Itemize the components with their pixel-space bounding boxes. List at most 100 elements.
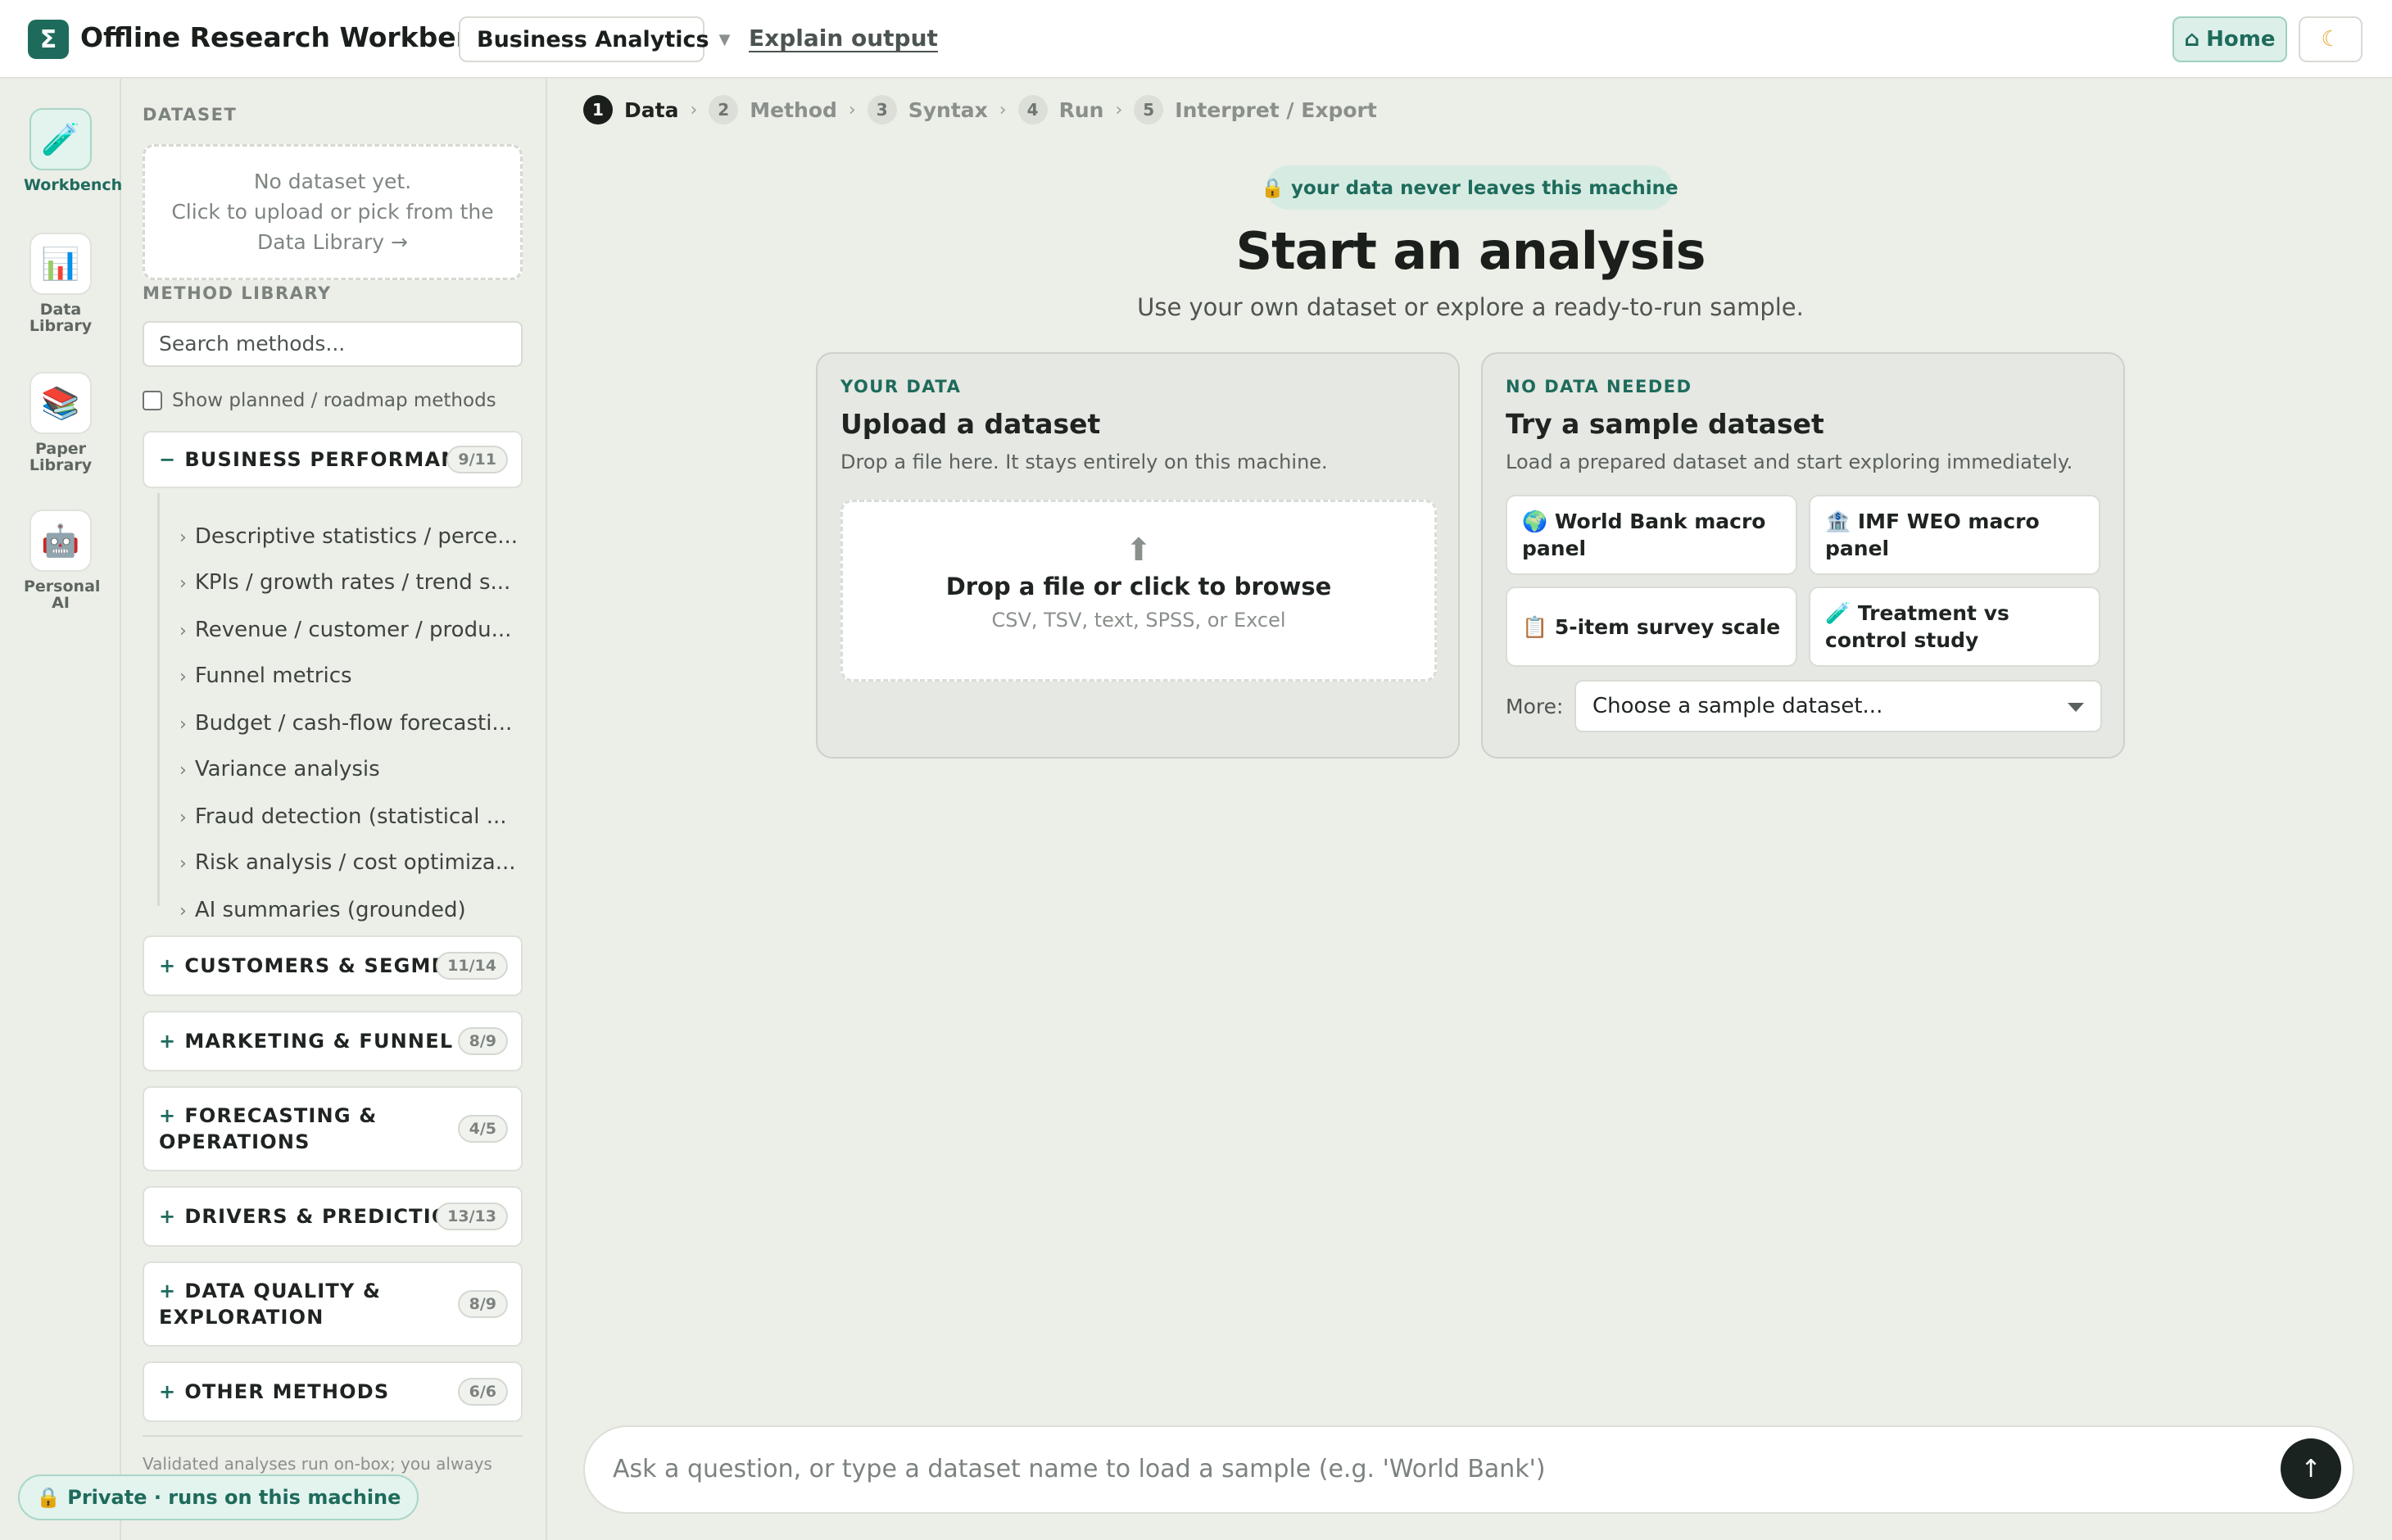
sample-select-value: Choose a sample dataset... — [1592, 694, 1883, 718]
ask-bar: Ask a question, or type a dataset name t… — [583, 1425, 2354, 1514]
dataset-section-label: DATASET — [143, 105, 238, 125]
method-item[interactable]: › KPIs / growth rates / trend s... — [179, 570, 510, 595]
expand-icon: + — [159, 1030, 177, 1053]
card-description: Load a prepared dataset and start explor… — [1506, 451, 2073, 473]
step-number: 4 — [1017, 95, 1048, 125]
sample-treatment-control-button[interactable]: 🧪 Treatment vs control study — [1809, 587, 2100, 667]
card-title: Try a sample dataset — [1506, 408, 1824, 440]
expand-icon: + — [159, 1280, 177, 1302]
method-item[interactable]: › Funnel metrics — [179, 664, 352, 688]
books-icon: 📚 — [29, 372, 92, 434]
step-label: Run — [1058, 97, 1104, 122]
step-label: Data — [624, 97, 679, 122]
method-item[interactable]: › Risk analysis / cost optimiza... — [179, 850, 516, 875]
home-button-label: Home — [2206, 27, 2276, 52]
method-item[interactable]: › Budget / cash-flow forecasti... — [179, 711, 512, 736]
method-count-badge: 9/11 — [446, 446, 508, 473]
method-item[interactable]: › Variance analysis — [179, 757, 380, 781]
group-title: + OTHER METHODS — [159, 1380, 390, 1403]
robot-icon: 🤖 — [29, 510, 92, 572]
group-marketing-funnel[interactable]: + MARKETING & FUNNEL 8/9 — [143, 1011, 523, 1071]
planned-checkbox[interactable] — [143, 391, 162, 410]
theme-toggle-button[interactable]: ☾ — [2299, 16, 2363, 62]
method-list: › Descriptive statistics / perce... › KPIs… — [157, 493, 523, 922]
step-breadcrumb: 1 Data › 2 Method › 3 Syntax › 4 Run › 5… — [583, 95, 1377, 125]
step-label: Syntax — [908, 97, 988, 122]
explain-output-link[interactable]: Explain output — [749, 25, 938, 52]
chevron-right-icon: › — [179, 667, 187, 687]
group-title: − BUSINESS PERFORMANCE — [159, 448, 488, 471]
moon-icon: ☾ — [2321, 27, 2340, 52]
chevron-right-icon: › — [179, 621, 187, 641]
ask-input[interactable]: Ask a question, or type a dataset name t… — [613, 1427, 2169, 1512]
rail-item-workbench[interactable]: 🧪 Workbench — [0, 108, 123, 194]
chevron-right-icon: › — [999, 99, 1007, 120]
file-dropzone[interactable]: ⬆ Drop a file or click to browse CSV, TS… — [840, 500, 1437, 682]
step-number: 1 — [583, 95, 613, 125]
home-button[interactable]: ⌂ Home — [2172, 16, 2287, 62]
dataset-dropzone[interactable]: No dataset yet. Click to upload or pick … — [143, 144, 523, 280]
method-count-badge: 11/14 — [436, 952, 508, 980]
app-title: Offline Research Workbench — [80, 21, 511, 53]
send-button[interactable]: ↑ — [2281, 1438, 2341, 1499]
app-logo: Σ — [28, 20, 69, 59]
rail-item-personal-ai[interactable]: 🤖 Personal AI — [0, 510, 121, 611]
group-forecasting-operations[interactable]: + FORECASTING & OPERATIONS 4/5 — [143, 1086, 523, 1171]
group-data-quality-exploration[interactable]: + DATA QUALITY & EXPLORATION 8/9 — [143, 1261, 523, 1347]
privacy-chip: 🔒 your data never leaves this machine — [1261, 165, 1678, 210]
chevron-right-icon: › — [179, 760, 187, 781]
rail-item-label: Paper Library — [29, 440, 93, 474]
group-customers-segments[interactable]: + CUSTOMERS & SEGMENTS 11/14 — [143, 935, 523, 996]
group-title: + DRIVERS & PREDICTION — [159, 1205, 467, 1228]
method-library-label: METHOD LIBRARY — [143, 283, 332, 303]
step-syntax[interactable]: 3 Syntax — [867, 95, 988, 125]
sample-survey-scale-button[interactable]: 📋 5-item survey scale — [1506, 587, 1797, 667]
step-number: 3 — [867, 95, 897, 125]
method-count-badge: 13/13 — [436, 1203, 508, 1230]
method-count-badge: 8/9 — [457, 1027, 508, 1055]
page-subtitle: Use your own dataset or explore a ready-… — [1137, 293, 1804, 321]
method-count-badge: 6/6 — [457, 1378, 508, 1406]
rail-item-label: Workbench — [24, 176, 123, 194]
bar-chart-icon: 📊 — [29, 233, 92, 295]
step-run[interactable]: 4 Run — [1017, 95, 1104, 125]
method-item[interactable]: › AI summaries (grounded) — [179, 898, 466, 922]
sample-imf-weo-button[interactable]: 🏦 IMF WEO macro panel — [1809, 495, 2100, 575]
step-method[interactable]: 2 Method — [709, 95, 837, 125]
step-interpret-export[interactable]: 5 Interpret / Export — [1134, 95, 1377, 125]
top-bar: Σ Offline Research Workbench Business An… — [0, 0, 2392, 79]
step-data[interactable]: 1 Data — [583, 95, 678, 125]
group-business-performance[interactable]: − BUSINESS PERFORMANCE 9/11 — [143, 431, 523, 488]
rail-item-label: Data Library — [29, 301, 93, 335]
dropzone-formats: CSV, TSV, text, SPSS, or Excel — [991, 609, 1286, 632]
chevron-right-icon: › — [179, 854, 187, 874]
method-count-badge: 4/5 — [457, 1115, 508, 1143]
search-methods-input[interactable]: Search methods... — [143, 321, 523, 367]
step-number: 5 — [1134, 95, 1164, 125]
group-drivers-prediction[interactable]: + DRIVERS & PREDICTION 13/13 — [143, 1186, 523, 1247]
group-other-methods[interactable]: + OTHER METHODS 6/6 — [143, 1361, 523, 1422]
card-title: Upload a dataset — [840, 408, 1101, 440]
rail-item-paper-library[interactable]: 📚 Paper Library — [0, 372, 121, 473]
chevron-right-icon: › — [179, 808, 187, 828]
card-description: Drop a file here. It stays entirely on t… — [840, 451, 1328, 473]
data-library-link[interactable]: Data Library → — [145, 227, 520, 257]
card-kicker: YOUR DATA — [840, 377, 962, 396]
rail-item-data-library[interactable]: 📊 Data Library — [0, 233, 121, 334]
sample-world-bank-button[interactable]: 🌍 World Bank macro panel — [1506, 495, 1797, 575]
method-item[interactable]: › Fraud detection (statistical ... — [179, 804, 507, 829]
step-label: Interpret / Export — [1175, 97, 1377, 122]
chevron-down-icon — [2068, 703, 2084, 712]
left-rail: 🧪 Workbench 📊 Data Library 📚 Paper Libra… — [0, 79, 123, 1540]
sample-card: NO DATA NEEDED Try a sample dataset Load… — [1481, 352, 2125, 759]
planned-methods-toggle[interactable]: Show planned / roadmap methods — [143, 390, 496, 411]
method-item[interactable]: › Descriptive statistics / perce... — [179, 524, 518, 549]
chevron-right-icon: › — [848, 99, 856, 120]
more-label: More: — [1506, 695, 1564, 718]
sample-dataset-select[interactable]: Choose a sample dataset... — [1574, 680, 2102, 732]
chevron-right-icon: › — [179, 714, 187, 735]
dropzone-title: Drop a file or click to browse — [945, 573, 1332, 600]
mode-select[interactable]: Business Analytics ▼ — [459, 16, 730, 62]
method-item[interactable]: › Revenue / customer / produ... — [179, 618, 511, 642]
chevron-right-icon: › — [179, 528, 187, 548]
